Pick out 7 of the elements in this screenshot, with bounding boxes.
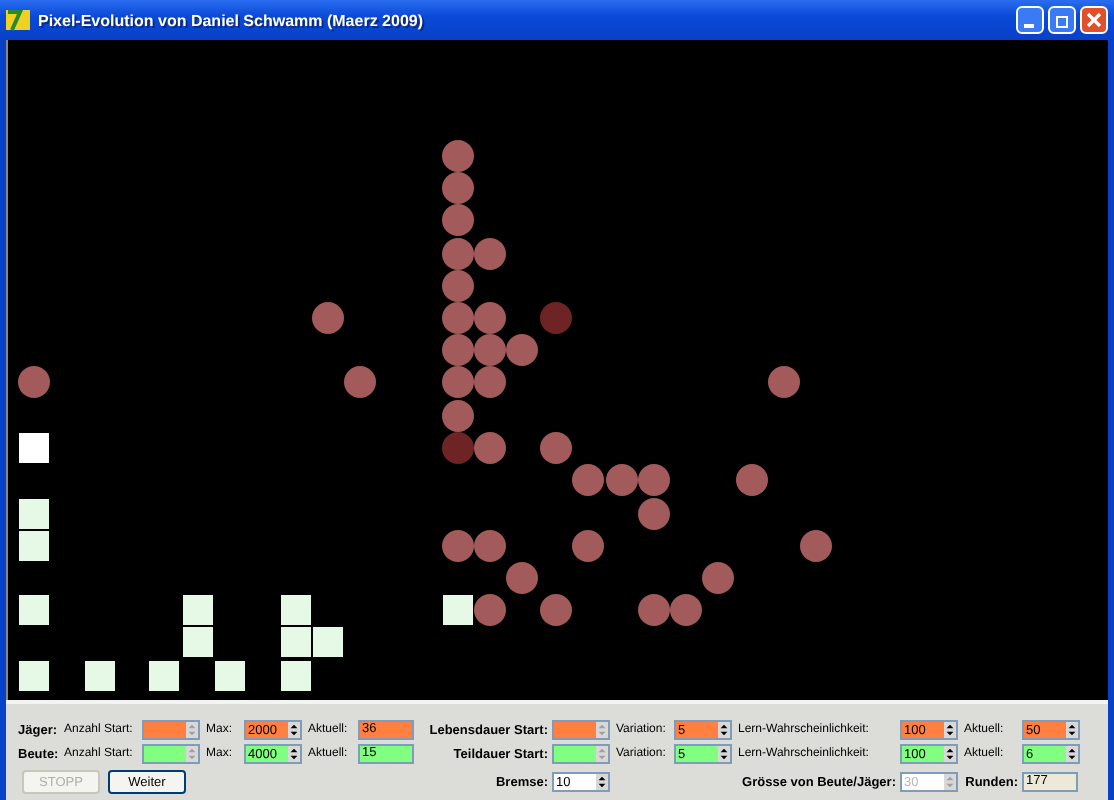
close-icon (1086, 12, 1102, 28)
minimize-button[interactable] (1016, 6, 1044, 34)
restore-icon (1054, 12, 1070, 28)
close-button[interactable] (1080, 6, 1108, 34)
maximize-button[interactable] (1048, 6, 1076, 34)
window-title: Pixel-Evolution von Daniel Schwamm (Maerz 2009) (38, 11, 425, 29)
app-icon (6, 8, 30, 32)
